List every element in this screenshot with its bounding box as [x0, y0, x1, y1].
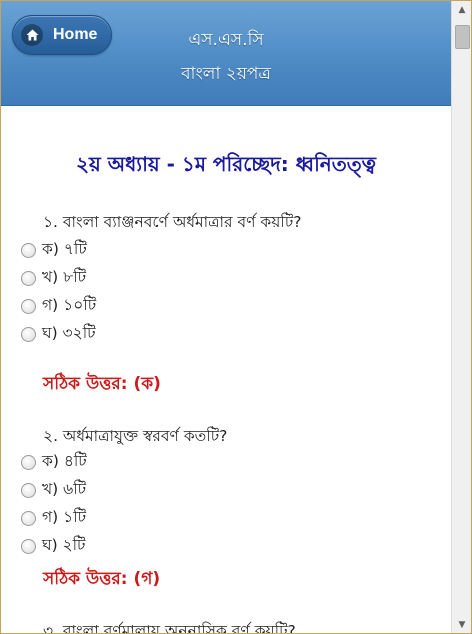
answer-option[interactable]: ক) ৭টি: [21, 237, 87, 263]
radio-button[interactable]: [21, 538, 36, 554]
main-content: ২য় অধ্যায় - ১ম পরিচ্ছেদ: ধ্বনিতত্ত্ব ১…: [1, 106, 451, 633]
radio-button[interactable]: [21, 510, 36, 526]
vertical-scrollbar[interactable]: ▲ ▼: [451, 1, 471, 633]
radio-button[interactable]: [21, 482, 36, 498]
option-label: খ) ৮টি: [42, 268, 87, 286]
option-label: ঘ) ৩২টি: [42, 324, 96, 342]
option-label: গ) ১টি: [42, 508, 87, 526]
answer-option[interactable]: খ) ৮টি: [21, 265, 86, 291]
answer-option[interactable]: ক) ৪টি: [21, 449, 87, 475]
header-subtitle: বাংলা ২য়পত্র: [181, 64, 271, 84]
answer-option[interactable]: ঘ) ২টি: [21, 533, 86, 559]
radio-button[interactable]: [21, 454, 36, 470]
option-label: ঘ) ২টি: [42, 536, 86, 554]
radio-button[interactable]: [21, 298, 36, 314]
answer-option[interactable]: গ) ১টি: [21, 505, 86, 531]
chapter-title: ২য় অধ্যায় - ১ম পরিচ্ছেদ: ধ্বনিতত্ত্ব: [76, 152, 376, 176]
question-text: ২. অর্ধমাত্রাযুক্ত স্বরবর্ণ কতটি?: [43, 427, 228, 445]
correct-answer: সঠিক উত্তর: (গ): [43, 569, 161, 589]
option-label: ক) ৭টি: [42, 240, 87, 258]
answer-option[interactable]: গ) ১০টি: [21, 293, 96, 319]
scrollbar-thumb[interactable]: [455, 25, 470, 49]
home-button-label: Home: [53, 26, 98, 43]
radio-button[interactable]: [21, 242, 36, 258]
correct-answer: সঠিক উত্তর: (ক): [43, 374, 161, 394]
answer-option[interactable]: ঘ) ৩২টি: [21, 321, 96, 347]
question-text: ৩. বাংলা বর্ণমালায় অনুনাসিক বর্ণ কয়টি?: [43, 622, 296, 633]
header-bar: Home এস.এস.সি বাংলা ২য়পত্র: [1, 1, 451, 106]
app-window: Home এস.এস.সি বাংলা ২য়পত্র ২য় অধ্যায় …: [0, 0, 472, 634]
scroll-up-arrow-icon[interactable]: ▲: [452, 1, 471, 18]
question-text: ১. বাংলা ব্যাঞ্জনবর্ণে অর্ধমাত্রার বর্ণ …: [43, 213, 302, 231]
header-title: এস.এস.সি: [188, 30, 264, 50]
radio-button[interactable]: [21, 270, 36, 286]
radio-button[interactable]: [21, 326, 36, 342]
home-icon: [21, 24, 43, 46]
option-label: গ) ১০টি: [42, 296, 97, 314]
scroll-down-arrow-icon[interactable]: ▼: [452, 616, 471, 633]
home-button[interactable]: Home: [12, 15, 112, 55]
answer-option[interactable]: খ) ৬টি: [21, 477, 86, 503]
option-label: ক) ৪টি: [42, 452, 87, 470]
option-label: খ) ৬টি: [42, 480, 87, 498]
